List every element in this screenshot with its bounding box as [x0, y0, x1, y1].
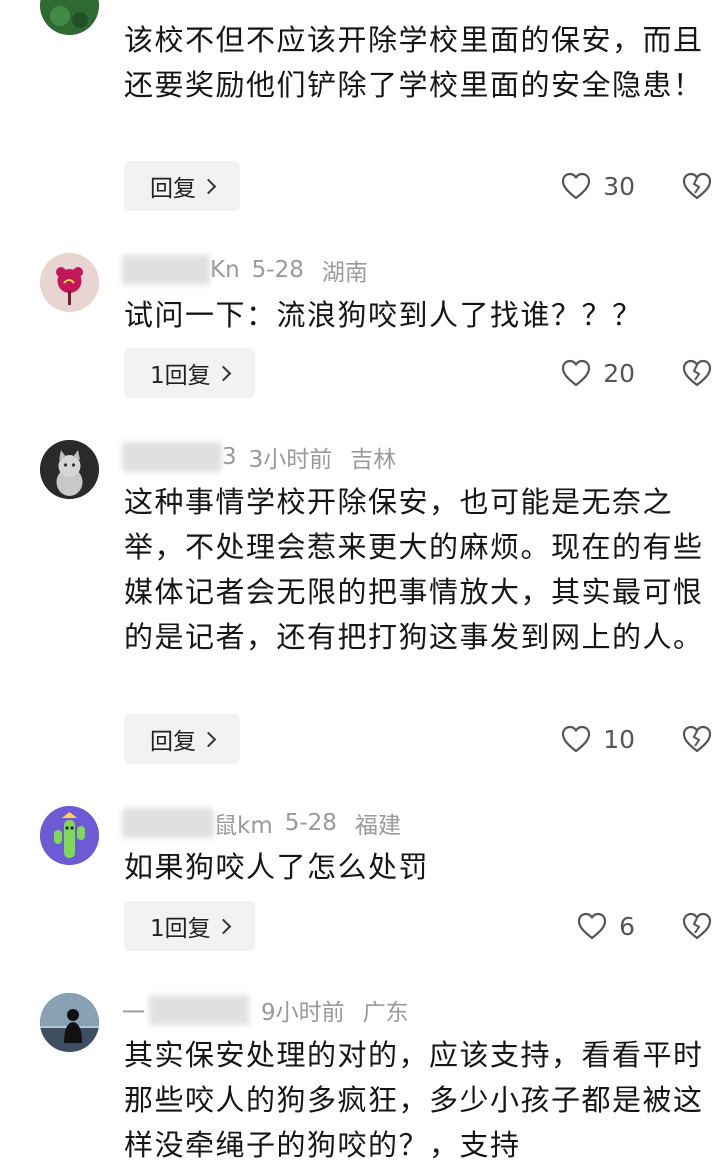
comment-region: 吉林: [350, 447, 397, 473]
avatar[interactable]: [40, 993, 99, 1052]
comment-date: 3小时前: [248, 447, 333, 473]
avatar-image: [40, 440, 99, 499]
reply-button[interactable]: 回复: [124, 714, 240, 764]
avatar[interactable]: [40, 0, 99, 35]
heart-icon: [577, 912, 607, 940]
like-count: 20: [603, 358, 635, 388]
heart-icon: [562, 172, 591, 200]
comment-meta: 鼠km 5-28 福建: [122, 807, 401, 839]
comment-meta: Kn 5-28 湖南: [122, 254, 368, 286]
avatar[interactable]: [40, 253, 99, 312]
username[interactable]: Kn: [210, 257, 240, 283]
comment-meta: 一 9小时前 广东: [122, 994, 409, 1026]
chevron-right-icon: [215, 365, 231, 381]
like-button[interactable]: 6: [577, 901, 635, 951]
avatar-image: [40, 253, 99, 312]
avatar[interactable]: [40, 440, 99, 499]
dislike-button[interactable]: [681, 714, 713, 764]
avatar-image: [40, 806, 99, 865]
comment-text: 如果狗咬人了怎么处罚: [124, 850, 430, 884]
comment-region: 湖南: [321, 260, 368, 286]
comment-text: 其实保安处理的对的，应该支持，看看平时那些咬人的狗多疯狂，多少小孩子都是被这样没…: [124, 1038, 704, 1162]
comment-text: 这种事情学校开除保安，也可能是无奈之举，不处理会惹来更大的麻烦。现在的有些媒体记…: [124, 485, 704, 654]
reply-button[interactable]: 1回复: [124, 901, 255, 951]
reply-label: 回复: [150, 176, 196, 202]
comment-text: 该校不但不应该开除学校里面的保安，而且还要奖励他们铲除了学校里面的安全隐患！: [124, 23, 704, 102]
heart-icon: [562, 725, 591, 753]
comment-date: 5-28: [251, 257, 304, 283]
comment-text: 试问一下：流浪狗咬到人了找谁？？？: [124, 298, 643, 332]
broken-heart-icon: [682, 725, 712, 753]
avatar-image: [40, 0, 99, 35]
comment-region: 广东: [362, 1000, 409, 1026]
avatar[interactable]: [40, 806, 99, 865]
username[interactable]: 鼠km: [214, 806, 273, 840]
chevron-right-icon: [200, 178, 217, 194]
username[interactable]: 一: [122, 993, 145, 1027]
heart-icon: [562, 359, 591, 387]
chevron-right-icon: [215, 918, 231, 934]
like-button[interactable]: 20: [561, 348, 635, 398]
comment-region: 福建: [354, 813, 401, 839]
broken-heart-icon: [682, 912, 712, 940]
broken-heart-icon: [682, 359, 712, 387]
reply-label: 回复: [150, 729, 196, 755]
reply-button[interactable]: 1回复: [124, 348, 255, 398]
reply-label: 1回复: [150, 363, 211, 389]
reply-button[interactable]: 回复: [124, 161, 240, 211]
reply-label: 1回复: [150, 916, 211, 942]
username[interactable]: 3: [222, 444, 237, 470]
like-count: 10: [603, 724, 635, 754]
username-redaction: [122, 255, 210, 285]
comment-meta: 3 3小时前 吉林: [122, 441, 396, 473]
like-count: 6: [619, 911, 635, 941]
dislike-button[interactable]: [681, 348, 713, 398]
comment-date: 9小时前: [261, 1000, 345, 1026]
dislike-button[interactable]: [681, 161, 713, 211]
like-count: 30: [603, 171, 635, 201]
dislike-button[interactable]: [681, 901, 713, 951]
avatar-image: [40, 993, 99, 1052]
username-redaction: [122, 442, 222, 472]
broken-heart-icon: [682, 172, 712, 200]
like-button[interactable]: 30: [561, 161, 635, 211]
username-redaction: [122, 808, 214, 838]
username-redaction: [149, 995, 249, 1025]
chevron-right-icon: [200, 731, 217, 747]
comment-date: 5-28: [284, 810, 337, 836]
like-button[interactable]: 10: [561, 714, 635, 764]
